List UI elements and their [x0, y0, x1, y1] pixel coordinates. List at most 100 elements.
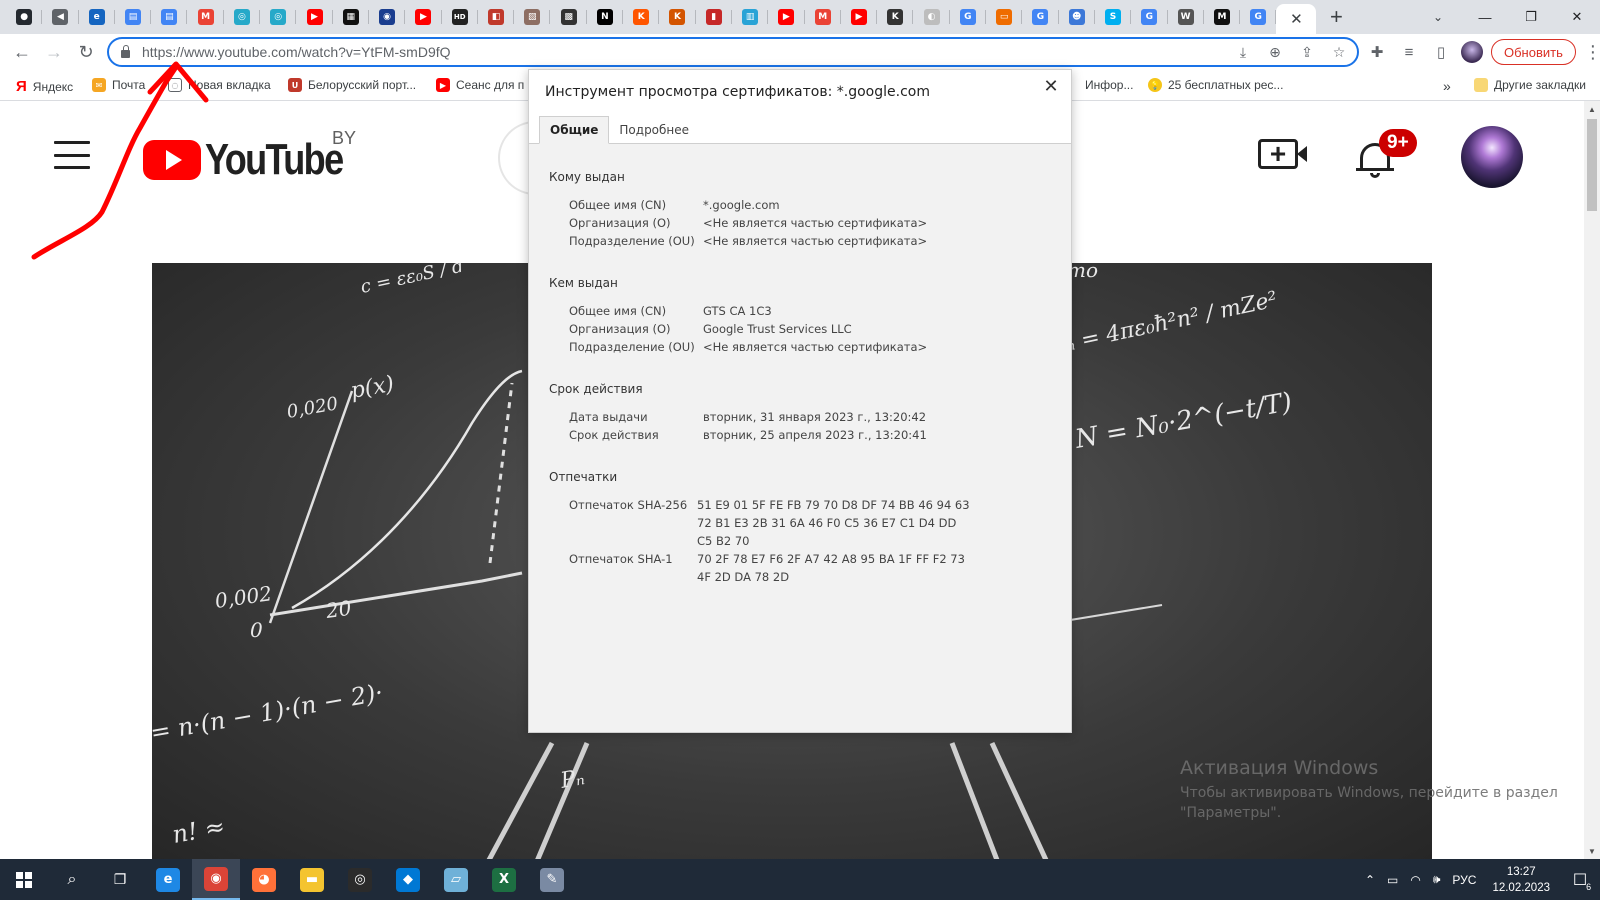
browser-tab[interactable]: N — [587, 0, 624, 34]
more-menu-icon[interactable]: ⋮ — [1584, 42, 1600, 63]
bookmark-session[interactable]: ▶ Сеанс для п — [436, 78, 524, 92]
page-scrollbar[interactable]: ▲ ▼ — [1584, 101, 1600, 859]
scroll-up-icon[interactable]: ▲ — [1584, 101, 1600, 117]
minimize-icon[interactable]: — — [1462, 0, 1508, 34]
browser-tab[interactable]: ▭ — [986, 0, 1023, 34]
browser-tab[interactable]: ▶ — [296, 0, 333, 34]
taskbar-app[interactable]: e — [144, 859, 192, 900]
browser-tab[interactable]: ◀ — [42, 0, 79, 34]
browser-tab[interactable]: ◉ — [369, 0, 406, 34]
browser-tab[interactable]: ▧ — [514, 0, 551, 34]
taskbar-app[interactable]: ▱ — [432, 859, 480, 900]
reload-icon[interactable]: ↻ — [70, 37, 102, 69]
browser-tab[interactable]: ◎ — [260, 0, 297, 34]
browser-tab[interactable]: G — [1022, 0, 1059, 34]
close-window-icon[interactable]: ✕ — [1554, 0, 1600, 34]
restore-icon[interactable]: ❐ — [1508, 0, 1554, 34]
clock[interactable]: 13:27 12.02.2023 — [1482, 864, 1560, 896]
create-video-icon[interactable]: + — [1258, 138, 1307, 169]
bookmark-info[interactable]: Инфор... — [1085, 78, 1133, 92]
bookmark-belarus-portal[interactable]: U Белорусский порт... — [288, 78, 416, 92]
browser-tab[interactable]: ☻ — [1059, 0, 1096, 34]
browser-tab[interactable]: ● — [6, 0, 43, 34]
extensions-icon[interactable]: ✚ — [1365, 36, 1389, 68]
forward-icon[interactable]: → — [38, 37, 70, 69]
obs-icon: ◎ — [348, 867, 372, 892]
browser-tab[interactable]: ▤ — [151, 0, 188, 34]
browser-tab[interactable]: K — [877, 0, 914, 34]
bookmark-free-resources[interactable]: 💡 25 бесплатных рес... — [1148, 78, 1283, 92]
search-icon[interactable]: ⌕ — [48, 859, 96, 900]
taskbar-app[interactable]: ◆ — [384, 859, 432, 900]
profile-avatar[interactable] — [1461, 41, 1483, 63]
wifi-icon[interactable]: ◠ — [1404, 873, 1426, 887]
browser-tab[interactable]: G — [1240, 0, 1277, 34]
new-tab-button[interactable]: + — [1316, 0, 1356, 34]
browser-tab[interactable]: HD — [442, 0, 479, 34]
start-button[interactable] — [0, 859, 48, 900]
browser-tab[interactable]: S — [1095, 0, 1132, 34]
scroll-down-icon[interactable]: ▼ — [1584, 843, 1600, 859]
more-bookmarks-icon[interactable]: » — [1443, 78, 1451, 94]
tab-search-icon[interactable]: ⌄ — [1420, 0, 1456, 34]
browser-tab[interactable]: ▤ — [115, 0, 152, 34]
close-icon[interactable]: ✕ — [1041, 76, 1061, 97]
taskbar-app[interactable]: ◕ — [240, 859, 288, 900]
browser-tab[interactable]: ▦ — [333, 0, 370, 34]
side-panel-icon[interactable]: ▯ — [1429, 36, 1453, 68]
browser-tab[interactable]: M — [805, 0, 842, 34]
bookmark-star-icon[interactable]: ☆ — [1329, 42, 1349, 62]
taskbar-app[interactable]: X — [480, 859, 528, 900]
globe-icon: ◌ — [168, 78, 182, 92]
close-tab-icon[interactable]: ✕ — [1290, 10, 1303, 28]
bookmark-mail[interactable]: ✉ Почта — [92, 78, 145, 92]
update-button[interactable]: Обновить — [1491, 39, 1576, 65]
browser-tab[interactable]: G — [1131, 0, 1168, 34]
browser-tab[interactable]: ▮ — [696, 0, 733, 34]
browser-tab[interactable]: W — [1168, 0, 1205, 34]
install-app-icon[interactable]: ⤓ — [1233, 42, 1253, 62]
user-avatar[interactable] — [1461, 126, 1523, 188]
browser-tab[interactable]: K — [623, 0, 660, 34]
zoom-icon[interactable]: ⊕ — [1265, 42, 1285, 62]
hamburger-menu-icon[interactable] — [54, 141, 90, 169]
show-hidden-icons-icon[interactable]: ⌃ — [1359, 873, 1381, 887]
share-icon[interactable]: ⇪ — [1297, 42, 1317, 62]
scroll-thumb[interactable] — [1587, 119, 1597, 211]
browser-tab[interactable]: ▩ — [550, 0, 588, 34]
browser-tab[interactable]: e — [79, 0, 116, 34]
battery-icon[interactable]: ▭ — [1381, 873, 1404, 887]
notifications-icon[interactable]: ☐ 6 — [1560, 870, 1600, 892]
taskbar-app[interactable]: ◉ — [192, 859, 240, 900]
browser-tab[interactable]: ◎ — [224, 0, 261, 34]
browser-tab[interactable]: ▶ — [841, 0, 878, 34]
url-text[interactable]: https://www.youtube.com/watch?v=YtFM-smD… — [142, 44, 451, 60]
browser-tab[interactable]: M — [187, 0, 225, 34]
lock-icon[interactable] — [121, 45, 130, 58]
browser-tab[interactable]: ◐ — [913, 0, 951, 34]
bookmark-new-tab[interactable]: ◌ Новая вкладка — [168, 78, 271, 92]
browser-tab[interactable]: ▶ — [768, 0, 805, 34]
tab-general[interactable]: Общие — [539, 116, 610, 144]
bookmark-yandex[interactable]: Я Яндекс — [16, 78, 73, 95]
cert-field: Общее имя (CN) *.google.com — [549, 196, 1051, 214]
task-view-icon[interactable]: ❐ — [96, 859, 144, 900]
back-icon[interactable]: ← — [6, 37, 38, 69]
language-indicator[interactable]: РУС — [1446, 873, 1482, 887]
tab-details[interactable]: Подробнее — [609, 117, 699, 143]
active-tab[interactable]: ✕ — [1276, 4, 1317, 34]
browser-tab[interactable]: K — [659, 0, 696, 34]
taskbar-app[interactable]: ◎ — [336, 859, 384, 900]
browser-tab[interactable]: M — [1204, 0, 1241, 34]
browser-tab[interactable]: ◧ — [478, 0, 515, 34]
browser-tab[interactable]: ▥ — [732, 0, 769, 34]
media-controls-icon[interactable]: ≡ — [1397, 36, 1421, 68]
browser-tab[interactable]: ▶ — [405, 0, 442, 34]
taskbar-app[interactable]: ▬ — [288, 859, 336, 900]
volume-icon[interactable]: 🕪 — [1427, 872, 1447, 887]
address-bar[interactable]: https://www.youtube.com/watch?v=YtFM-smD… — [107, 37, 1359, 67]
other-bookmarks[interactable]: Другие закладки — [1474, 78, 1586, 92]
taskbar-app[interactable]: ✎ — [528, 859, 576, 900]
windows-taskbar: ⌕ ❐ e ◉ ◕ ▬ ◎ ◆ ▱ X ✎ ⌃ ▭ ◠ 🕪 РУС 13:27 12.02.20… — [0, 859, 1600, 900]
browser-tab[interactable]: G — [950, 0, 987, 34]
